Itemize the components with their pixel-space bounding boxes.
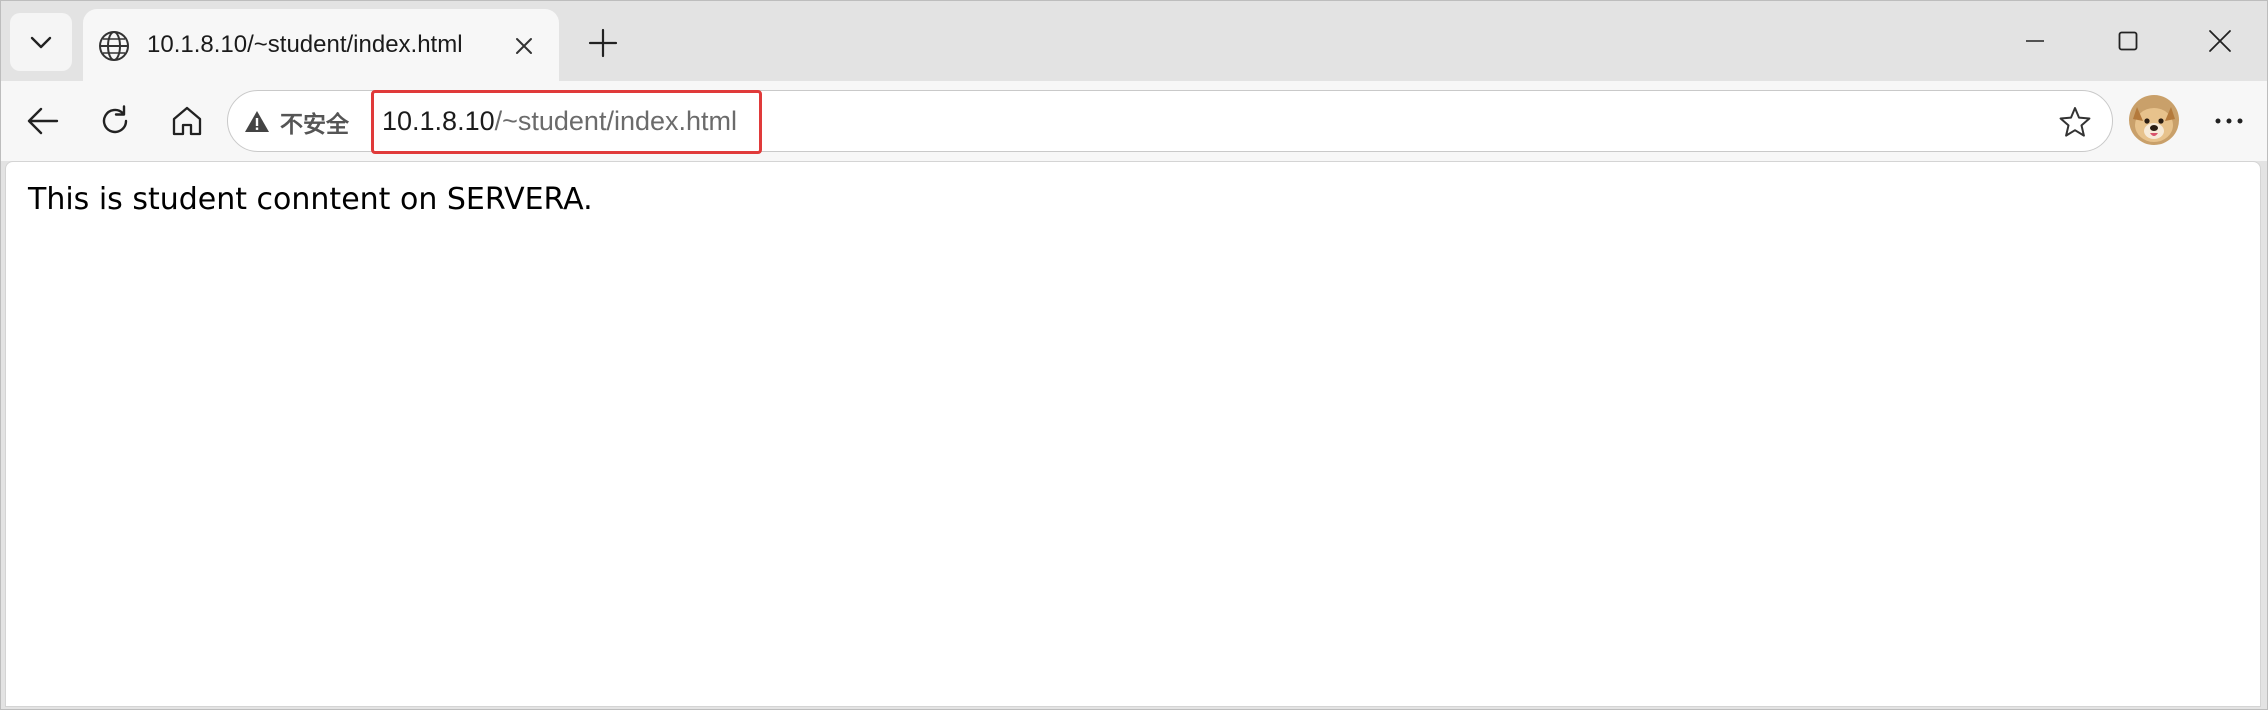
tab-list-button[interactable] [10, 13, 72, 71]
page-body-text: This is student conntent on SERVERA. [28, 182, 593, 217]
security-indicator[interactable]: 不安全 [244, 104, 349, 140]
arrow-left-icon [27, 107, 59, 135]
star-icon [2059, 107, 2091, 137]
page-content: This is student conntent on SERVERA. [5, 161, 2261, 707]
avatar[interactable] [2129, 95, 2179, 145]
toolbar: 不安全 10.1.8.10/~student/index.html [1, 81, 2267, 161]
address-bar[interactable]: 不安全 10.1.8.10/~student/index.html [227, 90, 2113, 154]
close-icon [2209, 30, 2231, 52]
security-label: 不安全 [280, 112, 349, 138]
maximize-icon [2118, 31, 2138, 51]
tab-active[interactable]: 10.1.8.10/~student/index.html [83, 9, 559, 81]
minimize-button[interactable] [2000, 13, 2070, 69]
chevron-down-icon [30, 36, 52, 49]
back-button[interactable] [17, 95, 69, 147]
new-tab-button[interactable] [581, 21, 625, 65]
url-text[interactable]: 10.1.8.10/~student/index.html [382, 106, 737, 137]
more-icon [2215, 118, 2243, 124]
favorite-button[interactable] [2054, 101, 2096, 143]
url-path: /~student/index.html [494, 106, 738, 136]
tab-strip: 10.1.8.10/~student/index.html [1, 1, 2267, 81]
more-button[interactable] [2203, 95, 2255, 147]
tab-title: 10.1.8.10/~student/index.html [147, 31, 463, 58]
globe-icon [99, 31, 129, 61]
close-window-button[interactable] [2185, 13, 2255, 69]
home-icon [172, 106, 202, 136]
close-icon [516, 38, 532, 54]
profile-avatar-icon [2129, 95, 2179, 145]
reload-icon [102, 105, 128, 134]
maximize-button[interactable] [2093, 13, 2163, 69]
plus-icon [588, 28, 618, 58]
tab-close-button[interactable] [507, 29, 541, 63]
minimize-icon [2026, 40, 2044, 42]
reload-button[interactable] [89, 95, 141, 147]
browser-window: 10.1.8.10/~student/index.html 不安全 10.1.8… [0, 0, 2268, 710]
url-host: 10.1.8.10 [382, 106, 495, 136]
home-button[interactable] [161, 95, 213, 147]
warning-icon [245, 111, 269, 132]
